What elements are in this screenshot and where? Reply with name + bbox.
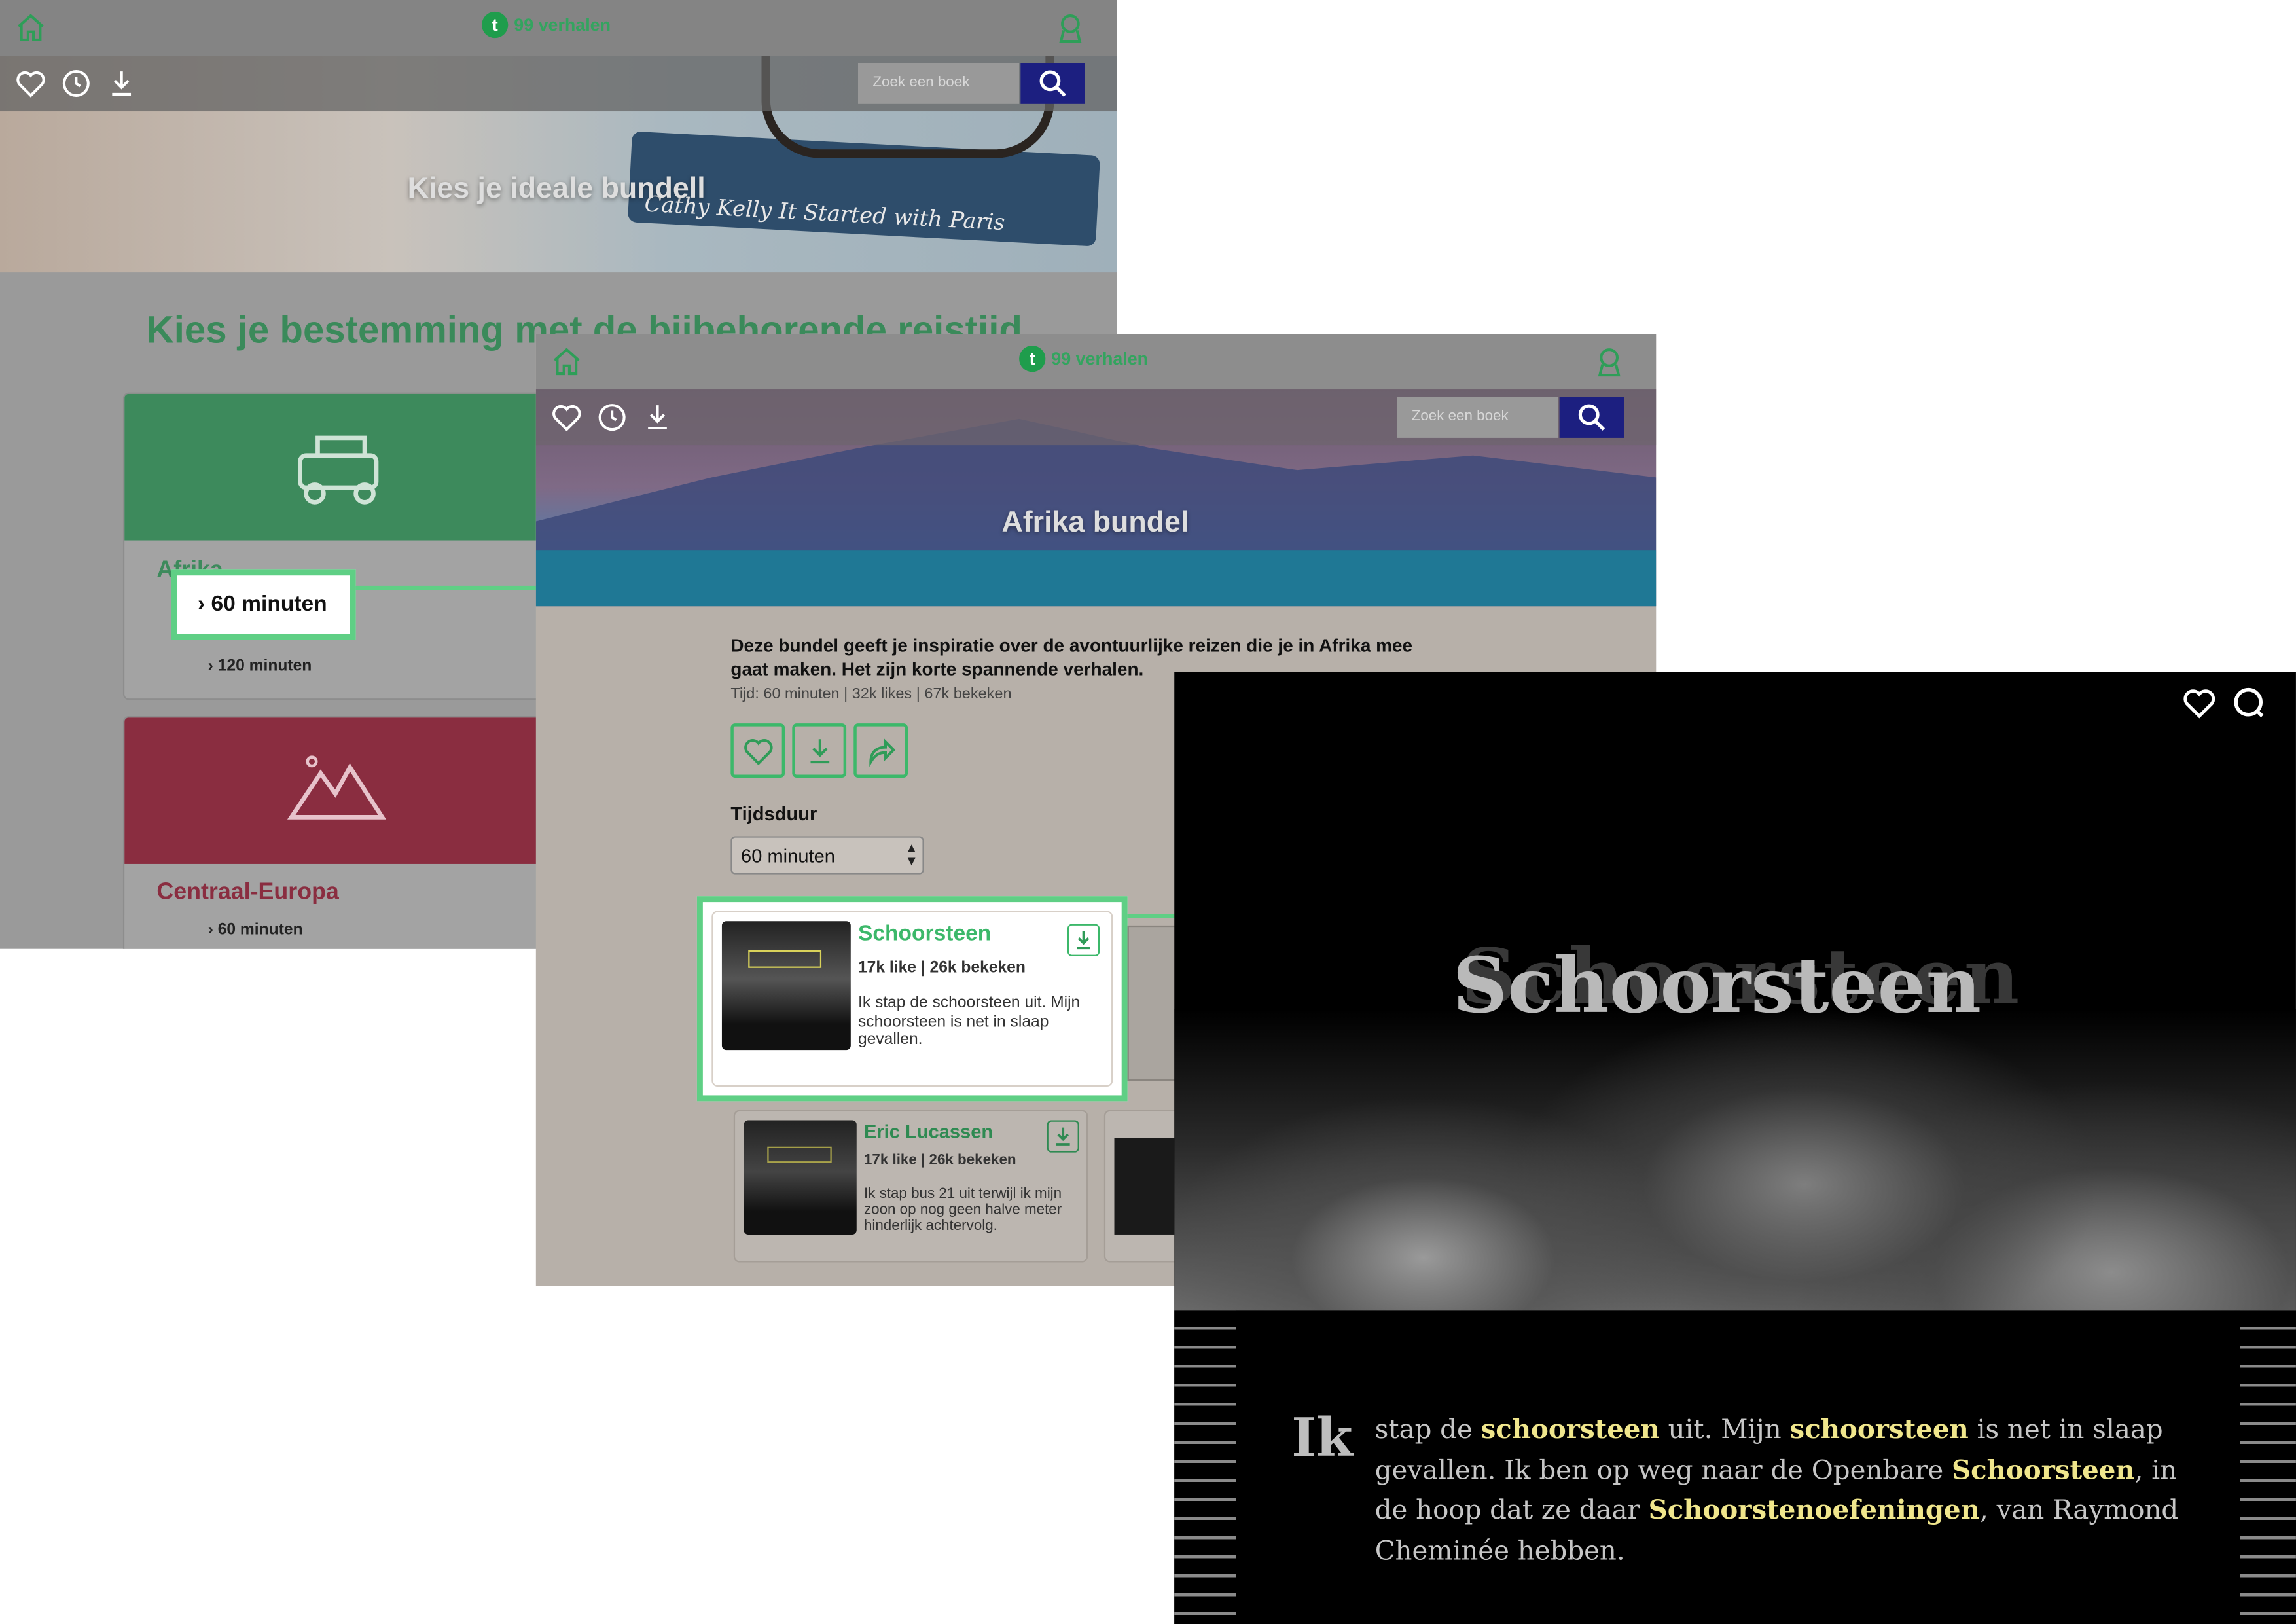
history-icon[interactable] [60, 67, 92, 99]
thumbnail-title-frame [767, 1146, 832, 1163]
like-button[interactable] [730, 723, 785, 778]
profile-icon[interactable] [1593, 346, 1625, 378]
duration-select[interactable]: 60 minuten ▲ ▼ [730, 836, 924, 875]
brick-wall-right [2240, 1310, 2296, 1624]
smoke-image [1174, 1009, 2296, 1311]
highlighted-word[interactable]: Schoorstenoefeningen [1649, 1495, 1980, 1526]
mountains-icon [287, 755, 387, 820]
story-body: stap de schoorsteen uit. Mijn schoorstee… [1375, 1410, 2195, 1571]
search-input[interactable]: Zoek een boek [857, 63, 1020, 104]
profile-icon[interactable] [1054, 12, 1086, 44]
story-excerpt: Ik stap de schoorsteen uit. Mijn schoors… [857, 994, 1081, 1049]
thumbnail-title-frame [748, 950, 822, 968]
download-icon[interactable] [105, 67, 137, 99]
search-icon [1578, 404, 1605, 431]
hero-title: Kies je ideale bundell [407, 172, 706, 206]
comment-icon[interactable] [2231, 685, 2267, 721]
search-button[interactable] [1559, 397, 1624, 438]
share-button[interactable] [853, 723, 908, 778]
story-thumbnail[interactable] [721, 921, 851, 1051]
heart-icon[interactable] [2181, 685, 2217, 721]
select-arrows-icon: ▲ ▼ [905, 840, 918, 869]
story-title[interactable]: Schoorsteen [858, 921, 991, 946]
heart-icon [744, 739, 773, 766]
duration-callout[interactable]: › 60 minuten [171, 569, 356, 640]
screen-story-reader: Schoorsteen Schoorsteen Ik stap de schoo… [1174, 672, 2296, 1624]
download-icon [1077, 931, 1090, 950]
destination-card-afrika[interactable]: Afrika › 120 minuten [122, 392, 563, 700]
share-icon [869, 738, 896, 767]
card-label: Centraal-Europa [156, 880, 339, 905]
brand-mark-icon: t [482, 11, 509, 39]
home-icon[interactable] [14, 12, 46, 44]
highlighted-word[interactable]: schoorsteen [1790, 1415, 1969, 1445]
duration-select-value: 60 minuten [741, 844, 835, 867]
callout-connector [355, 585, 547, 590]
duration-label: Tijdsduur [730, 802, 817, 825]
destination-card-centraal-europa[interactable]: Centraal-Europa › 60 minuten [122, 715, 563, 949]
top-bar: t 99 verhalen [535, 334, 1657, 390]
story-text: stap de [1374, 1415, 1481, 1446]
story-title: Schoorsteen [1452, 941, 1982, 1031]
brand-logo[interactable]: t 99 verhalen [1019, 345, 1149, 372]
brand-name: 99 verhalen [514, 14, 611, 35]
brand-logo[interactable]: t 99 verhalen [482, 11, 611, 39]
toolbar: Zoek een boek [0, 56, 1117, 112]
download-icon [1056, 1127, 1070, 1146]
story-thumbnail[interactable] [744, 1120, 857, 1235]
brick-wall-left [1174, 1310, 1236, 1624]
story-card[interactable]: Eric Lucassen 17k like | 26k bekeken Ik … [733, 1110, 1088, 1263]
card-header [124, 717, 561, 864]
story-stats: 17k like | 26k bekeken [857, 959, 1026, 977]
duration-option-60[interactable]: › 60 minuten [208, 921, 303, 939]
drop-cap: Ik [1291, 1407, 1353, 1469]
bundle-meta: Tijd: 60 minuten | 32k likes | 67k bekek… [730, 685, 1012, 703]
brand-mark-icon: t [1019, 345, 1046, 372]
highlighted-word[interactable]: schoorsteen [1481, 1415, 1660, 1445]
search-button[interactable] [1020, 63, 1085, 104]
heart-icon[interactable] [550, 401, 583, 433]
history-icon[interactable] [596, 401, 628, 433]
highlighted-word[interactable]: Schoorsteen [1952, 1455, 2135, 1486]
brand-name: 99 verhalen [1051, 348, 1149, 369]
heart-icon[interactable] [14, 67, 46, 99]
story-stats: 17k like | 26k bekeken [863, 1152, 1016, 1169]
home-icon[interactable] [550, 346, 583, 378]
story-card[interactable]: Schoorsteen 17k like | 26k bekeken Ik st… [711, 911, 1113, 1087]
hero-title: Afrika bundel [1001, 507, 1189, 539]
download-button[interactable] [792, 723, 847, 778]
card-header [124, 393, 561, 541]
download-icon [810, 739, 830, 764]
download-icon[interactable] [641, 401, 673, 433]
top-bar: t 99 verhalen [0, 0, 1117, 56]
toolbar: Zoek een boek [535, 389, 1657, 446]
duration-option-120[interactable]: › 120 minuten [208, 658, 312, 676]
search-icon [1039, 70, 1066, 97]
jeep-icon [298, 435, 379, 505]
story-excerpt: Ik stap bus 21 uit terwijl ik mijn zoon … [863, 1186, 1062, 1235]
story-title[interactable]: Eric Lucassen [864, 1120, 993, 1142]
story-download-button[interactable] [1067, 924, 1100, 956]
search-input[interactable]: Zoek een boek [1397, 397, 1558, 438]
story-text: uit. Mijn [1659, 1415, 1790, 1446]
story-download-button[interactable] [1047, 1120, 1079, 1153]
